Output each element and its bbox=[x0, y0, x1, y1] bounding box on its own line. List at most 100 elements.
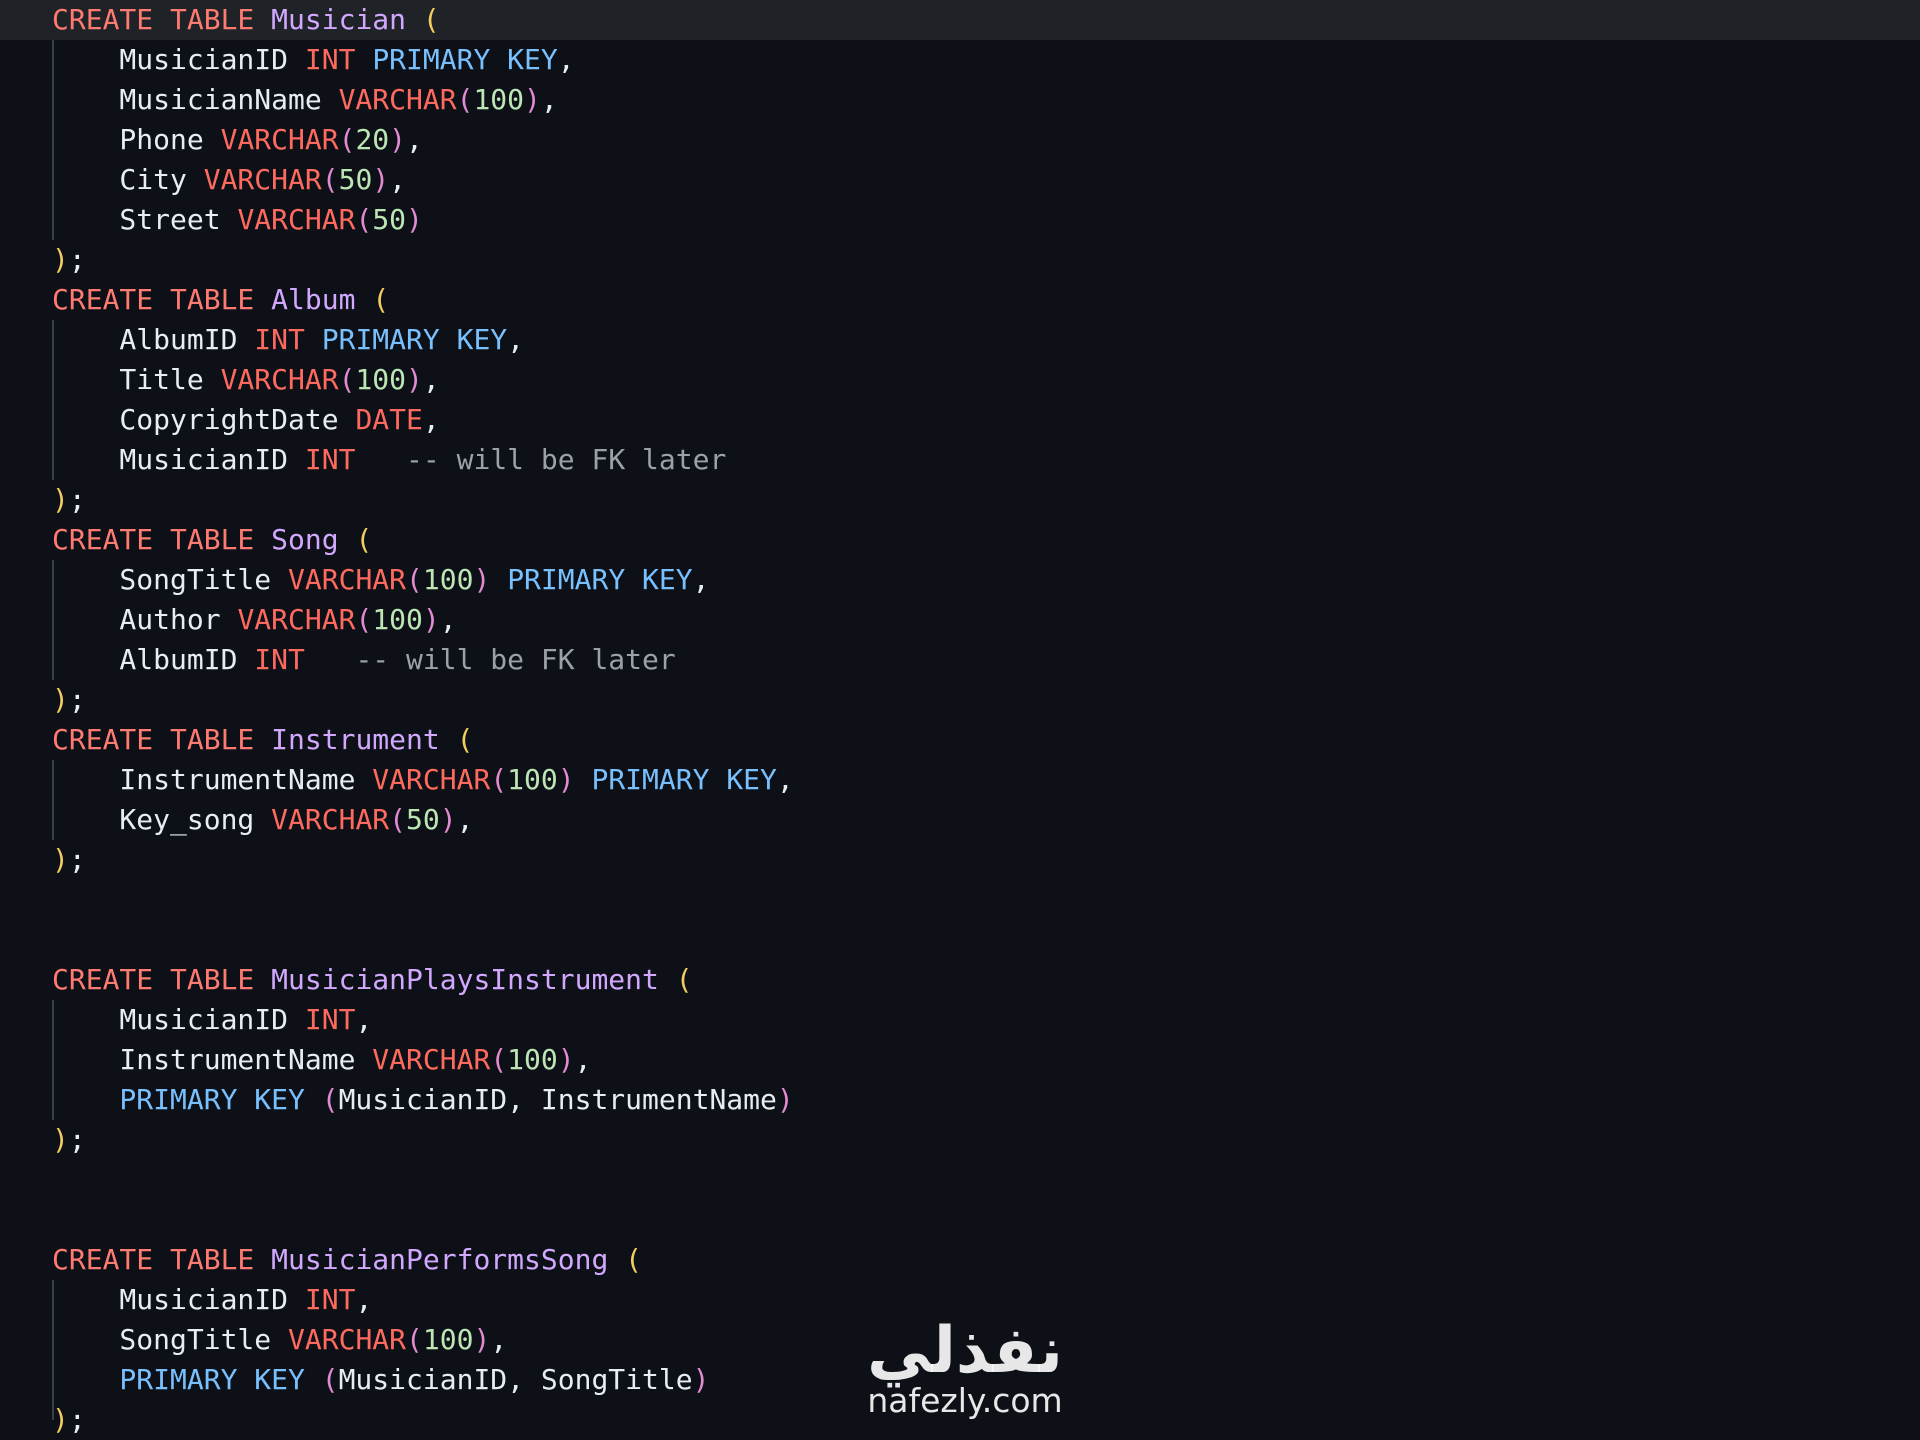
code-token: CREATE TABLE bbox=[52, 3, 272, 36]
code-line[interactable]: PRIMARY KEY (MusicianID, InstrumentName) bbox=[0, 1080, 1920, 1120]
code-line[interactable]: Street VARCHAR(50) bbox=[0, 200, 1920, 240]
code-token: ; bbox=[68, 843, 86, 876]
code-token: 100 bbox=[473, 83, 525, 116]
code-token: ) bbox=[52, 843, 69, 876]
code-token: Author bbox=[52, 603, 238, 636]
code-line[interactable]: MusicianID INT PRIMARY KEY, bbox=[0, 40, 1920, 80]
code-token: MusicianID, SongTitle bbox=[338, 1363, 693, 1396]
code-token: ( bbox=[321, 1083, 339, 1116]
code-token: CREATE TABLE bbox=[52, 1243, 272, 1276]
code-token: ( bbox=[321, 1363, 339, 1396]
code-line[interactable]: CREATE TABLE MusicianPlaysInstrument ( bbox=[0, 960, 1920, 1000]
code-line-content: InstrumentName VARCHAR(100) PRIMARY KEY, bbox=[52, 760, 794, 800]
code-token: ; bbox=[68, 683, 86, 716]
code-token: PRIMARY KEY bbox=[52, 1363, 322, 1396]
code-token: ) bbox=[52, 1123, 69, 1156]
code-token: ) bbox=[473, 563, 508, 596]
code-line[interactable]: CREATE TABLE Album ( bbox=[0, 280, 1920, 320]
code-token: CREATE TABLE bbox=[52, 523, 272, 556]
code-line[interactable]: InstrumentName VARCHAR(100) PRIMARY KEY, bbox=[0, 760, 1920, 800]
code-line-content: MusicianID INT, bbox=[52, 1000, 372, 1040]
code-token: 100 bbox=[355, 363, 407, 396]
code-line[interactable]: MusicianName VARCHAR(100), bbox=[0, 80, 1920, 120]
code-line-content: ); bbox=[52, 480, 86, 520]
code-line-content: ); bbox=[52, 240, 86, 280]
code-line-content: ); bbox=[52, 1120, 86, 1160]
code-token: INT bbox=[304, 443, 356, 476]
code-line[interactable] bbox=[0, 880, 1920, 920]
code-token: , bbox=[355, 1003, 373, 1036]
code-line[interactable]: ); bbox=[0, 480, 1920, 520]
code-line[interactable]: City VARCHAR(50), bbox=[0, 160, 1920, 200]
code-line-content: CREATE TABLE Album ( bbox=[52, 280, 389, 320]
code-token: , bbox=[507, 323, 525, 356]
code-token: VARCHAR bbox=[237, 203, 356, 236]
code-token: 100 bbox=[422, 563, 474, 596]
code-token: ( bbox=[456, 83, 474, 116]
code-token: ( bbox=[338, 363, 356, 396]
code-line-content: ); bbox=[52, 840, 86, 880]
code-token: ( bbox=[355, 203, 373, 236]
code-line[interactable]: Phone VARCHAR(20), bbox=[0, 120, 1920, 160]
code-token: , bbox=[692, 563, 710, 596]
code-token: MusicianPerformsSong bbox=[271, 1243, 626, 1276]
code-line-content: SongTitle VARCHAR(100), bbox=[52, 1320, 507, 1360]
code-token: INT bbox=[304, 1003, 356, 1036]
code-line[interactable]: MusicianID INT, bbox=[0, 1000, 1920, 1040]
code-line-content: Title VARCHAR(100), bbox=[52, 360, 439, 400]
code-line[interactable]: CREATE TABLE MusicianPerformsSong ( bbox=[0, 1240, 1920, 1280]
code-token: ( bbox=[355, 603, 373, 636]
code-token: Phone bbox=[52, 123, 221, 156]
code-line[interactable]: ); bbox=[0, 840, 1920, 880]
code-line-content: CREATE TABLE MusicianPerformsSong ( bbox=[52, 1240, 642, 1280]
code-line[interactable] bbox=[0, 920, 1920, 960]
code-line[interactable]: Title VARCHAR(100), bbox=[0, 360, 1920, 400]
code-line[interactable] bbox=[0, 1160, 1920, 1200]
code-token: MusicianID bbox=[52, 43, 305, 76]
code-line[interactable]: Author VARCHAR(100), bbox=[0, 600, 1920, 640]
code-token: INT bbox=[304, 1283, 356, 1316]
code-line-content: Phone VARCHAR(20), bbox=[52, 120, 423, 160]
code-token: ( bbox=[389, 803, 407, 836]
code-token: ) bbox=[524, 83, 541, 116]
code-line[interactable]: ); bbox=[0, 240, 1920, 280]
code-line[interactable]: AlbumID INT -- will be FK later bbox=[0, 640, 1920, 680]
code-token: AlbumID bbox=[52, 323, 255, 356]
code-token: MusicianID bbox=[52, 443, 305, 476]
code-token: PRIMARY KEY bbox=[321, 323, 508, 356]
code-token: 50 bbox=[372, 203, 407, 236]
code-line-content: MusicianID INT PRIMARY KEY, bbox=[52, 40, 574, 80]
code-token: , bbox=[406, 123, 423, 156]
code-line[interactable] bbox=[0, 1200, 1920, 1240]
code-token: ) bbox=[52, 683, 69, 716]
code-token: CopyrightDate bbox=[52, 403, 356, 436]
code-token: VARCHAR bbox=[288, 1323, 407, 1356]
nafezly-watermark: نفذلي nafezly.com bbox=[867, 1314, 1063, 1419]
code-token: ( bbox=[422, 3, 440, 36]
code-editor[interactable]: CREATE TABLE Musician ( MusicianID INT P… bbox=[0, 0, 1920, 1436]
code-token: , bbox=[355, 1283, 373, 1316]
code-token: , bbox=[776, 763, 794, 796]
code-line[interactable]: CREATE TABLE Song ( bbox=[0, 520, 1920, 560]
code-line[interactable]: ); bbox=[0, 680, 1920, 720]
code-token: , bbox=[389, 163, 407, 196]
code-line[interactable]: CREATE TABLE Musician ( bbox=[0, 0, 1920, 40]
code-token: , bbox=[456, 803, 474, 836]
code-line-content: CREATE TABLE Song ( bbox=[52, 520, 372, 560]
code-line-content: AlbumID INT -- will be FK later bbox=[52, 640, 675, 680]
code-token: 100 bbox=[507, 1043, 558, 1076]
code-line-content: InstrumentName VARCHAR(100), bbox=[52, 1040, 591, 1080]
code-line[interactable]: Key_song VARCHAR(50), bbox=[0, 800, 1920, 840]
code-token: , bbox=[439, 603, 457, 636]
code-line[interactable]: AlbumID INT PRIMARY KEY, bbox=[0, 320, 1920, 360]
code-token: ) bbox=[692, 1363, 710, 1396]
code-line[interactable]: CopyrightDate DATE, bbox=[0, 400, 1920, 440]
code-line-content: MusicianName VARCHAR(100), bbox=[52, 80, 557, 120]
code-token: MusicianName bbox=[52, 83, 339, 116]
code-line[interactable]: SongTitle VARCHAR(100) PRIMARY KEY, bbox=[0, 560, 1920, 600]
code-line[interactable]: InstrumentName VARCHAR(100), bbox=[0, 1040, 1920, 1080]
code-line[interactable]: MusicianID INT -- will be FK later bbox=[0, 440, 1920, 480]
code-line-content: CopyrightDate DATE, bbox=[52, 400, 439, 440]
code-line[interactable]: ); bbox=[0, 1120, 1920, 1160]
code-line[interactable]: CREATE TABLE Instrument ( bbox=[0, 720, 1920, 760]
